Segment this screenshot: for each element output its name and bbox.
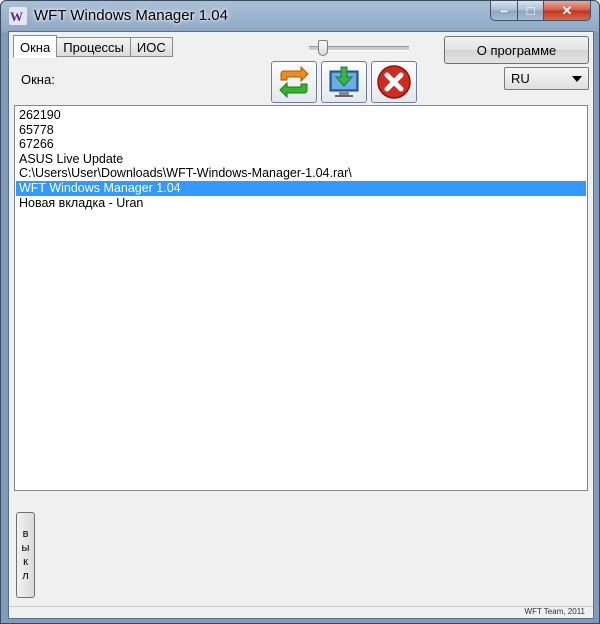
window-controls: – □ ✕ — [490, 1, 591, 21]
bottom-panel: в ы к л — [14, 502, 588, 606]
toggle-letter: к — [23, 556, 28, 568]
minimize-button[interactable]: – — [490, 1, 518, 21]
tab-strip: Окна Процессы ИОС — [13, 35, 173, 58]
app-logo-icon: W — [9, 7, 27, 25]
list-item[interactable]: Новая вкладка - Uran — [16, 196, 586, 211]
tab-ios[interactable]: ИОС — [130, 37, 173, 57]
status-bar: WFT Team, 2011 — [9, 606, 593, 619]
minimize-icon: – — [500, 3, 508, 18]
download-button[interactable] — [321, 61, 367, 103]
toggle-letter: в — [22, 528, 29, 540]
chevron-down-icon — [572, 76, 582, 82]
list-item[interactable]: 67266 — [16, 137, 586, 152]
windows-list[interactable]: 262190 65778 67266 ASUS Live Update C:\U… — [14, 105, 588, 491]
refresh-button[interactable] — [271, 61, 317, 103]
toggle-off-button[interactable]: в ы к л — [16, 512, 35, 598]
list-item[interactable]: 65778 — [16, 123, 586, 138]
download-monitor-icon — [329, 66, 359, 97]
close-icon — [377, 65, 411, 99]
window-title: WFT Windows Manager 1.04 — [34, 7, 228, 24]
list-item-selected[interactable]: WFT Windows Manager 1.04 — [16, 180, 586, 196]
client-area: Окна Процессы ИОС О программе Окна: RU 2… — [8, 31, 594, 619]
svg-text:W: W — [10, 9, 23, 24]
language-value: RU — [511, 71, 530, 86]
language-select[interactable]: RU — [504, 67, 589, 90]
refresh-icon — [279, 66, 309, 98]
windows-label: Окна: — [21, 72, 55, 87]
toggle-letter: л — [22, 570, 29, 582]
opacity-slider[interactable] — [309, 40, 409, 56]
list-item[interactable]: C:\Users\User\Downloads\WFT-Windows-Mana… — [16, 166, 586, 181]
title-bar[interactable]: W WFT Windows Manager 1.04 – □ ✕ — [1, 1, 599, 31]
toggle-letter: ы — [21, 542, 30, 554]
app-window: W WFT Windows Manager 1.04 – □ ✕ Окна Пр… — [0, 0, 600, 624]
tab-windows[interactable]: Окна — [13, 35, 58, 58]
tab-processes[interactable]: Процессы — [57, 37, 131, 57]
close-selected-button[interactable] — [371, 61, 417, 103]
maximize-button[interactable]: □ — [518, 1, 544, 21]
footer-credit: WFT Team, 2011 — [524, 607, 585, 616]
close-window-icon: ✕ — [561, 2, 573, 18]
list-item[interactable]: 262190 — [16, 108, 586, 123]
maximize-icon: □ — [526, 3, 535, 18]
close-window-button[interactable]: ✕ — [544, 1, 591, 21]
list-item[interactable]: ASUS Live Update — [16, 152, 586, 167]
about-button[interactable]: О программе — [444, 36, 589, 64]
slider-thumb[interactable] — [318, 40, 328, 56]
